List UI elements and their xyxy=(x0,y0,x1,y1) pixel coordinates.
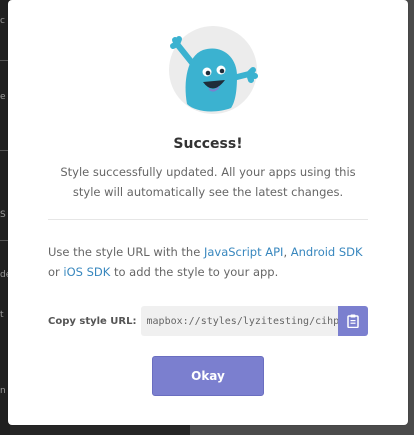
style-url-row: Copy style URL: mapbox://styles/lyzitest… xyxy=(48,306,368,336)
okay-button[interactable]: Okay xyxy=(152,356,264,396)
style-url-instructions: Use the style URL with the JavaScript AP… xyxy=(48,242,372,282)
javascript-api-link[interactable]: JavaScript API xyxy=(204,245,284,259)
ios-sdk-link[interactable]: iOS SDK xyxy=(63,265,110,279)
instructions-separator: , xyxy=(283,245,291,259)
dialog-description: Style successfully updated. All your app… xyxy=(60,165,356,199)
style-url-label: Copy style URL: xyxy=(48,315,137,327)
style-url-field[interactable]: mapbox://styles/lyzitesting/cihp... xyxy=(140,306,338,336)
clipboard-icon xyxy=(347,314,359,328)
instructions-prefix: Use the style URL with the xyxy=(48,245,204,259)
copy-url-button[interactable] xyxy=(338,306,368,336)
dialog-title: Success! xyxy=(173,136,243,152)
android-sdk-link[interactable]: Android SDK xyxy=(291,245,363,259)
success-mascot-icon xyxy=(169,26,258,114)
success-dialog: Success! Style successfully updated. All… xyxy=(8,0,408,425)
instructions-separator: or xyxy=(48,265,64,279)
instructions-suffix: to add the style to your app. xyxy=(110,265,279,279)
dialog-divider xyxy=(48,219,368,220)
